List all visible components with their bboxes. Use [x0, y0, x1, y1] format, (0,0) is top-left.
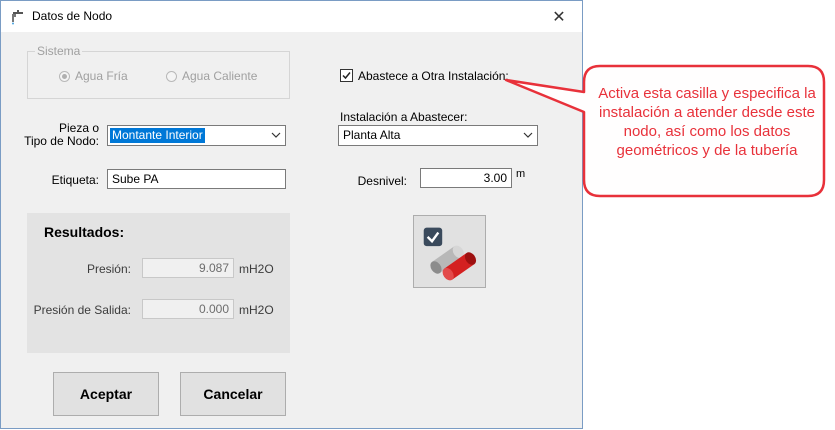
cancel-button[interactable]: Cancelar: [180, 372, 286, 416]
faucet-icon: [12, 10, 23, 25]
radio-agua-fria[interactable]: Agua Fría: [59, 69, 128, 83]
instalacion-value: Planta Alta: [343, 128, 401, 142]
accept-button[interactable]: Aceptar: [53, 372, 159, 416]
sistema-group-title: Sistema: [35, 44, 83, 58]
pieza-label-line1: Pieza o: [58, 121, 99, 135]
resultados-title: Resultados:: [44, 224, 125, 240]
instalacion-select[interactable]: Planta Alta: [338, 125, 538, 146]
pieza-label-line2: Tipo de Nodo:: [24, 134, 99, 148]
radio-label: Agua Fría: [75, 69, 128, 83]
window-title: Datos de Nodo: [32, 9, 113, 23]
desnivel-unit: m: [516, 168, 526, 180]
abastece-label: Abastece a Otra Instalación:: [358, 69, 509, 83]
presion-unit: mH2O: [239, 262, 274, 276]
presion-field: 9.087: [142, 258, 234, 278]
etiqueta-label: Etiqueta:: [51, 173, 99, 187]
close-button[interactable]: ✕: [536, 1, 582, 32]
radio-agua-caliente[interactable]: Agua Caliente: [166, 69, 257, 83]
chevron-down-icon: [523, 132, 533, 138]
radio-dot-selected: [59, 70, 70, 82]
pieza-select[interactable]: Montante Interior: [107, 125, 286, 146]
radio-dot: [166, 70, 177, 82]
pipes-check-icon: [423, 227, 477, 281]
instalacion-label: Instalación a Abastecer:: [340, 110, 468, 124]
chevron-down-icon: [271, 132, 281, 138]
callout-text: Activa esta casilla y especifica la inst…: [598, 85, 816, 159]
close-icon: ✕: [552, 8, 566, 26]
radio-label: Agua Caliente: [182, 69, 258, 83]
abastece-checkbox[interactable]: [340, 69, 353, 82]
presion-salida-label: Presión de Salida:: [33, 303, 131, 317]
title-bar: Datos de Nodo ✕: [1, 1, 582, 32]
pieza-value: Montante Interior: [110, 128, 205, 143]
checkmark-icon: [342, 72, 351, 80]
desnivel-label: Desnivel:: [357, 174, 407, 188]
presion-salida-field: 0.000: [142, 299, 234, 319]
desnivel-field[interactable]: 3.00: [420, 168, 512, 188]
pipes-button[interactable]: [413, 215, 486, 288]
presion-salida-unit: mH2O: [239, 303, 274, 317]
etiqueta-field[interactable]: Sube PA: [107, 169, 286, 189]
presion-label: Presión:: [86, 262, 131, 276]
